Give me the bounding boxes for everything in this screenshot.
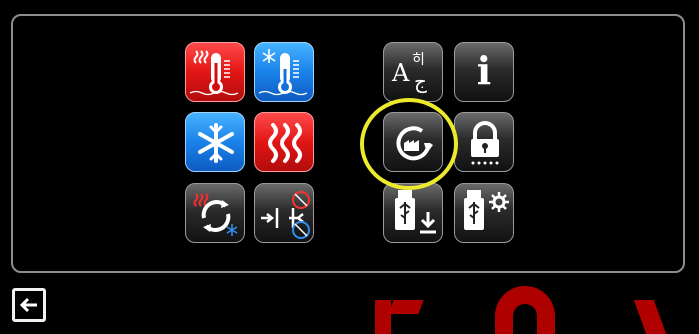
heating-temperature-icon (189, 50, 239, 96)
usb-settings-tile[interactable] (454, 183, 514, 243)
back-button[interactable] (12, 288, 46, 322)
info-icon: i (476, 48, 492, 93)
heating-mode-tile[interactable] (254, 112, 314, 172)
factory-reset-tile[interactable] (383, 112, 443, 172)
language-tile[interactable]: A 히 ج (383, 42, 443, 102)
usb-settings-icon (464, 190, 509, 230)
usb-download-icon (395, 190, 436, 234)
language-glyph-bottom: ج (414, 69, 427, 93)
auto-mode-icon (193, 193, 238, 236)
watermark (375, 300, 391, 334)
cooling-temperature-tile[interactable] (254, 42, 314, 102)
info-tile[interactable]: i (454, 42, 514, 102)
dead-band-tile[interactable] (254, 183, 314, 243)
cooling-temperature-icon (258, 49, 308, 96)
cooling-mode-icon (198, 123, 234, 163)
heating-temperature-tile[interactable] (185, 42, 245, 102)
factory-reset-icon (396, 126, 433, 161)
cooling-mode-tile[interactable] (185, 112, 245, 172)
language-glyph-latin: A (392, 59, 410, 87)
language-glyph-top: 히 (412, 52, 425, 68)
password-lock-icon (471, 121, 499, 165)
watermark (388, 300, 424, 314)
heating-mode-icon (268, 123, 302, 163)
watermark (633, 300, 667, 334)
password-lock-tile[interactable] (454, 112, 514, 172)
auto-mode-tile[interactable] (185, 183, 245, 243)
dead-band-icon (261, 191, 310, 239)
watermark (495, 286, 555, 334)
settings-panel (11, 14, 685, 273)
back-arrow-icon (19, 297, 37, 313)
usb-download-tile[interactable] (383, 183, 443, 243)
